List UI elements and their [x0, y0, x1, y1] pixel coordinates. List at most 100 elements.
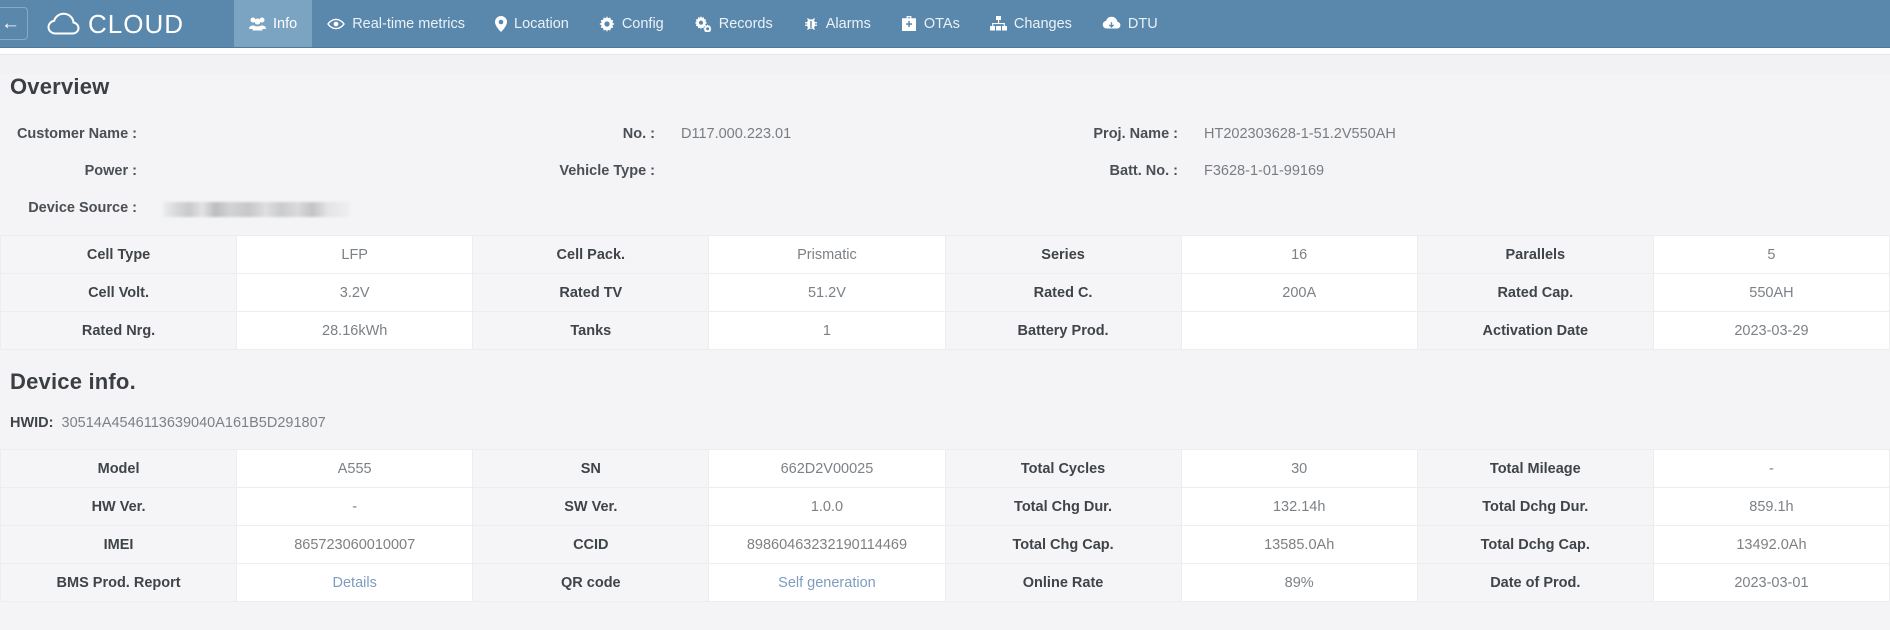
- nav-item-config[interactable]: Config: [584, 0, 679, 47]
- cell-label: Total Chg Dur.: [944, 487, 1182, 526]
- cell-value: 3.2V: [236, 273, 474, 312]
- cell-value: -: [236, 487, 474, 526]
- overview-field-grid: Customer Name : No. : D117.000.223.01 Pr…: [0, 116, 1890, 227]
- brand-logo[interactable]: CLOUD: [28, 0, 206, 47]
- cell-label: Total Dchg Cap.: [1416, 525, 1654, 564]
- nav-item-label: Info: [273, 15, 298, 32]
- cell-value: 200A: [1180, 273, 1418, 312]
- cell-value: 51.2V: [708, 273, 946, 312]
- table-row: HW Ver. - SW Ver. 1.0.0 Total Chg Dur. 1…: [0, 487, 1890, 526]
- hwid-label: HWID:: [10, 415, 54, 431]
- table-row: Rated Nrg. 28.16kWh Tanks 1 Battery Prod…: [0, 311, 1890, 350]
- field-label-vehicle-type: Vehicle Type :: [559, 163, 655, 179]
- nav-item-location[interactable]: Location: [480, 0, 584, 47]
- table-row: BMS Prod. Report Details QR code Self ge…: [0, 563, 1890, 602]
- field-value-vehicle-type: [655, 153, 1030, 190]
- page-content: Overview Customer Name : No. : D117.000.…: [0, 74, 1890, 630]
- field-value-proj-name: HT202303628-1-51.2V550AH: [1204, 126, 1396, 142]
- nav-item-real-time-metrics[interactable]: Real-time metrics: [312, 0, 480, 47]
- gears-icon: [694, 15, 712, 32]
- cell-label: Rated TV: [472, 273, 710, 312]
- cell-value: 5: [1652, 235, 1890, 274]
- cloud-download-icon: [1102, 16, 1121, 31]
- back-arrow-icon: ←: [1, 13, 20, 34]
- cell-value: 1.0.0: [708, 487, 946, 526]
- cell-value: Details: [236, 563, 474, 602]
- cell-value: 13492.0Ah: [1652, 525, 1890, 564]
- nav-item-label: Alarms: [825, 15, 871, 32]
- field-label-spacer-1: [512, 190, 655, 227]
- cell-label: Total Mileage: [1416, 449, 1654, 488]
- field-value-power: [137, 153, 512, 190]
- cell-value: 550AH: [1652, 273, 1890, 312]
- cell-label: Rated Nrg.: [0, 311, 238, 350]
- device-info-title: Device info.: [10, 369, 136, 394]
- redacted-value: [163, 202, 350, 218]
- top-navbar: ← CLOUD Info Real-time metrics Location …: [0, 0, 1890, 48]
- nav-item-alarms[interactable]: Alarms: [788, 0, 886, 47]
- cell-label: Date of Prod.: [1416, 563, 1654, 602]
- cell-label: Rated Cap.: [1416, 273, 1654, 312]
- nav-item-label: Changes: [1013, 15, 1072, 32]
- cell-value: 2023-03-01: [1652, 563, 1890, 602]
- field-value-batt-no: F3628-1-01-99169: [1204, 163, 1325, 179]
- eye-icon: [327, 17, 346, 31]
- gear-icon: [599, 15, 615, 32]
- cell-value: 30: [1180, 449, 1418, 488]
- cell-value: Prismatic: [708, 235, 946, 274]
- field-value-spacer-2: [1178, 190, 1876, 227]
- table-row: IMEI 865723060010007 CCID 89860463232190…: [0, 525, 1890, 564]
- cell-value: LFP: [236, 235, 474, 274]
- cell-label: Series: [944, 235, 1182, 274]
- briefcase-plus-icon: [901, 16, 917, 31]
- table-row: Model A555 SN 662D2V00025 Total Cycles 3…: [0, 449, 1890, 488]
- field-value-no: D117.000.223.01: [681, 126, 792, 142]
- cell-value: Self generation: [708, 563, 946, 602]
- cell-label: Rated C.: [944, 273, 1182, 312]
- nav-item-label: Real-time metrics: [352, 15, 465, 32]
- field-value-spacer-1: [655, 190, 1030, 227]
- field-label-proj-name: Proj. Name :: [1093, 126, 1178, 142]
- cell-label: Cell Pack.: [472, 235, 710, 274]
- field-label-no: No. :: [622, 126, 655, 142]
- nav-item-info[interactable]: Info: [234, 0, 313, 47]
- cell-label: IMEI: [0, 525, 238, 564]
- nav-item-label: Location: [514, 15, 569, 32]
- cell-label: HW Ver.: [0, 487, 238, 526]
- cell-value: 13585.0Ah: [1180, 525, 1418, 564]
- field-label-customer-name: Customer Name :: [16, 126, 137, 142]
- cell-label: Activation Date: [1416, 311, 1654, 350]
- cell-label: Model: [0, 449, 238, 488]
- cloud-icon: [46, 12, 80, 36]
- field-value-device-source: [137, 190, 512, 227]
- cell-value: 865723060010007: [236, 525, 474, 564]
- nav-item-label: DTU: [1127, 15, 1158, 32]
- cell-label: Total Dchg Dur.: [1416, 487, 1654, 526]
- cell-label: Cell Volt.: [0, 273, 238, 312]
- nav-item-list: Info Real-time metrics Location Config R…: [234, 0, 1173, 47]
- nav-item-changes[interactable]: Changes: [975, 0, 1087, 47]
- cell-value: 132.14h: [1180, 487, 1418, 526]
- table-row: Cell Volt. 3.2V Rated TV 51.2V Rated C. …: [0, 273, 1890, 312]
- nav-item-otas[interactable]: OTAs: [886, 0, 975, 47]
- nav-item-dtu[interactable]: DTU: [1087, 0, 1173, 47]
- overview-title: Overview: [10, 74, 110, 99]
- qr-code-self-generation-link[interactable]: Self generation: [778, 575, 876, 591]
- table-row: Cell Type LFP Cell Pack. Prismatic Serie…: [0, 235, 1890, 274]
- brand-text: CLOUD: [88, 8, 185, 39]
- cell-value: 859.1h: [1652, 487, 1890, 526]
- nav-item-records[interactable]: Records: [679, 0, 788, 47]
- cell-label: QR code: [472, 563, 710, 602]
- sitemap-icon: [989, 16, 1007, 31]
- cell-label: Total Cycles: [944, 449, 1182, 488]
- cell-value: 28.16kWh: [236, 311, 474, 350]
- cell-label: SW Ver.: [472, 487, 710, 526]
- field-label-power: Power :: [84, 163, 137, 179]
- cell-label: Parallels: [1416, 235, 1654, 274]
- bms-prod-report-details-link[interactable]: Details: [333, 575, 377, 591]
- cell-value: 2023-03-29: [1652, 311, 1890, 350]
- cell-value: 1: [708, 311, 946, 350]
- map-pin-icon: [495, 15, 507, 32]
- cell-value: 662D2V00025: [708, 449, 946, 488]
- back-button[interactable]: ←: [0, 7, 28, 40]
